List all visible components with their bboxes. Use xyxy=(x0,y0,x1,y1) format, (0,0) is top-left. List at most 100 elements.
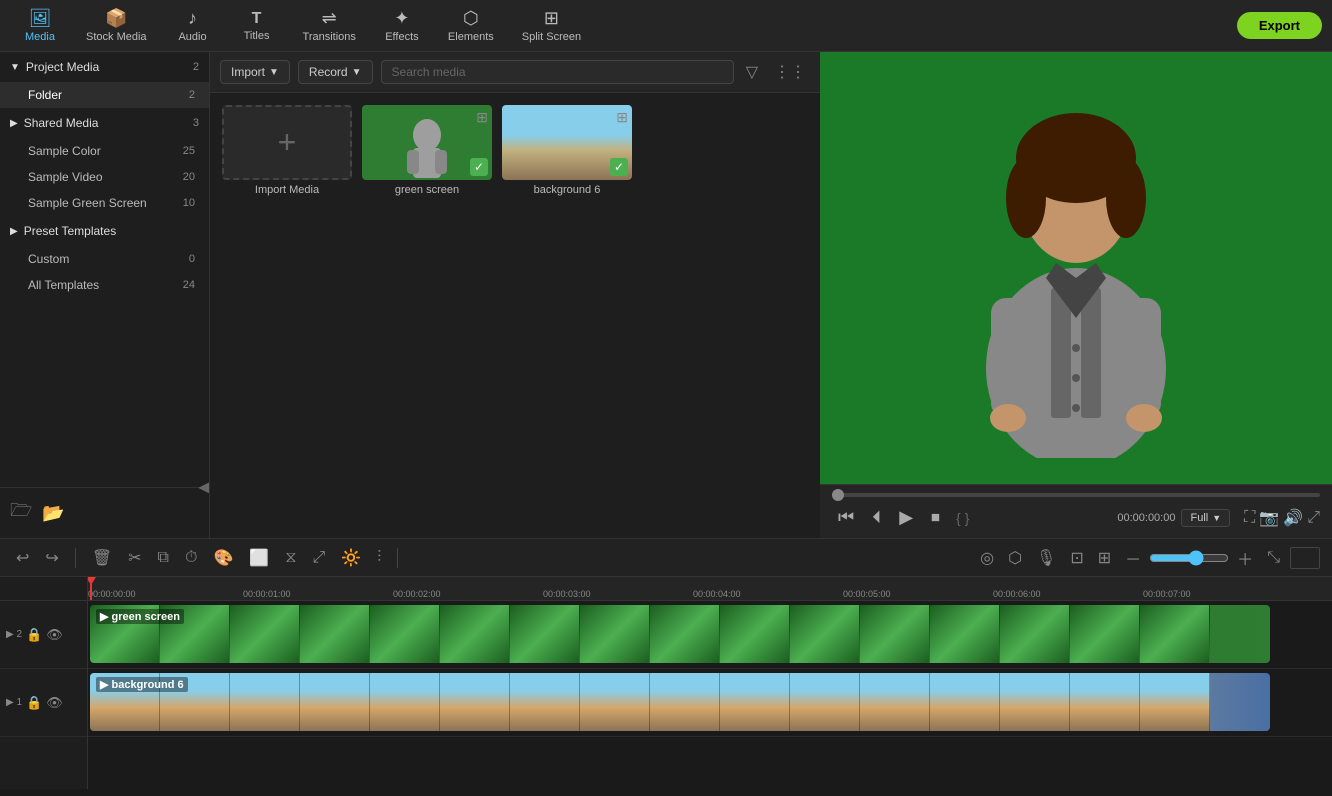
toolbar-stock-media[interactable]: 📦 Stock Media xyxy=(74,4,159,47)
clip-frame xyxy=(300,605,370,663)
chevron-down-icon3: ▼ xyxy=(269,67,279,78)
green-screen-clip[interactable]: ▶ green screen xyxy=(90,605,1270,663)
speed-button[interactable]: ⏱ xyxy=(181,547,201,569)
crop-button[interactable]: ⧉ xyxy=(154,547,173,569)
stop-button[interactable]: ⏹ xyxy=(925,505,946,530)
background-clip[interactable]: ▶ background 6 xyxy=(90,673,1270,731)
clip-frame-beach xyxy=(1070,673,1140,731)
import-media-item[interactable]: + Import Media xyxy=(222,105,352,196)
camera-btn[interactable]: ◎ xyxy=(976,546,998,570)
clip-frame-beach xyxy=(650,673,720,731)
timer-button[interactable]: ⧖ xyxy=(281,547,300,569)
play-button[interactable]: ▶ xyxy=(893,505,919,530)
track-header-2: ▶ 2 🔒 👁 xyxy=(0,601,87,669)
delete-button[interactable]: 🗑 xyxy=(88,546,116,570)
sidebar-sample-green-screen[interactable]: Sample Green Screen 10 xyxy=(0,190,209,216)
split-screen-icon: ⊞ xyxy=(544,8,559,29)
track-lock-button-2[interactable]: 🔒 xyxy=(26,627,42,643)
background-clip-label: ▶ background 6 xyxy=(96,677,188,692)
track-lock-button-1[interactable]: 🔒 xyxy=(26,695,42,711)
record-button[interactable]: Record ▼ xyxy=(298,60,373,84)
zoom-slider[interactable] xyxy=(1149,550,1229,566)
export-button[interactable]: Export xyxy=(1237,12,1322,39)
toolbar-split-screen[interactable]: ⊞ Split Screen xyxy=(510,4,593,47)
track-visible-button-2[interactable]: 👁 xyxy=(46,627,63,643)
preview-controls: ⏮ ⏴ ▶ ⏹ { } 00:00:00:00 Full ▼ ⛶ xyxy=(820,484,1332,538)
media-panel: Import ▼ Record ▼ ▽ ⋮⋮ + Import Media xyxy=(210,52,820,538)
zoom-control: － ＋ xyxy=(1121,544,1257,572)
green-screen-item[interactable]: ⊞ ✓ green screen xyxy=(362,105,492,196)
new-folder-button[interactable]: 🗁 xyxy=(10,498,32,528)
zoom-in-button[interactable]: ＋ xyxy=(1233,544,1257,572)
background-6-item[interactable]: ⊞ ✓ background 6 xyxy=(502,105,632,196)
sidebar-collapse-button[interactable]: ◀ xyxy=(198,479,209,496)
sidebar-shared-media[interactable]: ▶ Shared Media 3 xyxy=(0,108,209,138)
toolbar-separator2 xyxy=(397,548,398,568)
undo-button[interactable]: ↩ xyxy=(12,546,33,570)
toolbar-separator1 xyxy=(75,548,76,568)
timeline-tracks: ▶ green screen xyxy=(88,601,1332,789)
toolbar-effects[interactable]: ✦ Effects xyxy=(372,4,432,47)
volume-button[interactable]: 🔊 xyxy=(1283,508,1303,528)
fit-button[interactable]: ⤢ xyxy=(309,547,330,569)
sidebar-preset-templates[interactable]: ▶ Preset Templates xyxy=(0,216,209,246)
clip-frame xyxy=(650,605,720,663)
ruler-mark-0: 00:00:00:00 xyxy=(88,589,136,599)
sidebar-project-media[interactable]: ▼ Project Media 2 xyxy=(0,52,209,82)
mic-btn[interactable]: 🎙 xyxy=(1032,546,1060,570)
grid-view-button[interactable]: ⋮⋮ xyxy=(770,60,810,84)
folder-button[interactable]: 📂 xyxy=(42,498,64,528)
progress-handle[interactable] xyxy=(832,489,844,501)
filter-button[interactable]: ▽ xyxy=(742,60,762,84)
stock-media-icon: 📦 xyxy=(105,8,127,29)
green-screen-clip-label: ▶ green screen xyxy=(96,609,184,624)
clip-frame-beach xyxy=(860,673,930,731)
plus-icon: + xyxy=(278,124,297,161)
color2-button[interactable]: 🔆 xyxy=(337,546,365,570)
shield-btn[interactable]: ⬡ xyxy=(1004,546,1026,570)
track-background: ▶ background 6 xyxy=(88,669,1332,737)
pip-btn[interactable]: ⊡ xyxy=(1066,546,1087,570)
clip-frame-beach xyxy=(1140,673,1210,731)
toolbar-titles[interactable]: T Titles xyxy=(227,6,287,46)
sidebar-custom[interactable]: Custom 0 xyxy=(0,246,209,272)
top-toolbar: 🖼 Media 📦 Stock Media ♪ Audio T Titles ⇌… xyxy=(0,0,1332,52)
track-visible-button-1[interactable]: 👁 xyxy=(46,695,63,711)
audio-btn[interactable]: ⫶ xyxy=(373,547,385,569)
sidebar-sample-video[interactable]: Sample Video 20 xyxy=(0,164,209,190)
toolbar-transitions[interactable]: ⇌ Transitions xyxy=(291,4,368,47)
clip-frame-beach xyxy=(790,673,860,731)
timeline-right-tools: ◎ ⬡ 🎙 ⊡ ⊞ － ＋ ⤡ xyxy=(976,544,1320,572)
quality-chevron: ▼ xyxy=(1212,513,1221,523)
clip-frame-beach xyxy=(1000,673,1070,731)
snapshot-button[interactable]: 📷 xyxy=(1259,508,1279,528)
redo-button[interactable]: ↪ xyxy=(41,546,62,570)
adjust-btn[interactable]: ⊞ xyxy=(1094,546,1115,570)
toolbar-media[interactable]: 🖼 Media xyxy=(10,4,70,47)
chevron-right-icon: ▶ xyxy=(10,118,18,129)
quality-selector[interactable]: Full ▼ xyxy=(1181,509,1230,527)
timeline-content[interactable]: 00:00:00:00 00:00:01:00 00:00:02:00 00:0… xyxy=(88,577,1332,789)
clip-frame xyxy=(370,605,440,663)
toolbar-elements[interactable]: ⬡ Elements xyxy=(436,4,506,47)
toolbar-audio[interactable]: ♪ Audio xyxy=(163,4,223,47)
fullscreen-button[interactable]: ⛶ xyxy=(1244,508,1255,528)
import-button[interactable]: Import ▼ xyxy=(220,60,290,84)
cut-button[interactable]: ✂ xyxy=(124,546,145,570)
ruler-mark-2: 00:00:02:00 xyxy=(393,589,441,599)
sidebar-sample-color[interactable]: Sample Color 25 xyxy=(0,138,209,164)
sidebar-all-templates[interactable]: All Templates 24 xyxy=(0,272,209,298)
zoom-out-button[interactable]: － xyxy=(1121,544,1145,572)
step-back-button[interactable]: ⏴ xyxy=(866,505,887,530)
skip-back-button[interactable]: ⏮ xyxy=(832,505,860,530)
progress-bar[interactable] xyxy=(832,493,1320,497)
clip-frame xyxy=(720,605,790,663)
color-button[interactable]: 🎨 xyxy=(209,546,237,570)
search-input[interactable] xyxy=(381,60,734,84)
transform-button[interactable]: ⬜ xyxy=(245,546,273,570)
import-thumb[interactable]: + xyxy=(222,105,352,180)
clip-frame-beach xyxy=(930,673,1000,731)
sidebar-folder[interactable]: Folder 2 xyxy=(0,82,209,108)
fit-timeline-button[interactable]: ⤡ xyxy=(1263,547,1284,569)
zoom-button[interactable]: ⤢ xyxy=(1307,508,1320,528)
